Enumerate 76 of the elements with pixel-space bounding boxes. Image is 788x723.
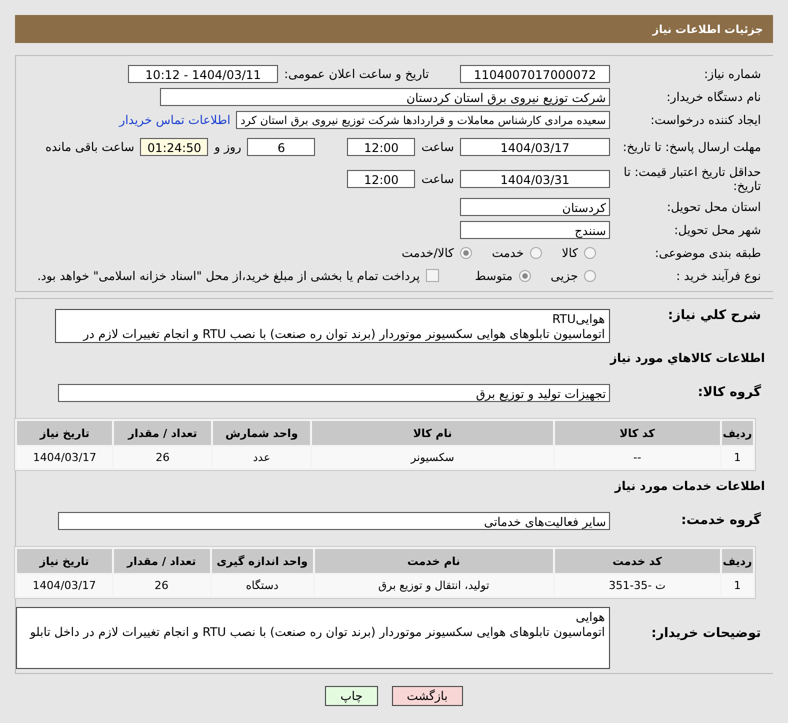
announce-date-field: 1404/03/11 - 10:12 [128,64,278,82]
column-header: کد خدمت [554,549,720,573]
service-group-field: سایر فعالیت‌های خدماتی [58,512,610,530]
field-label: ایجاد کننده درخواست: [649,112,761,126]
remaining-label: ساعت باقی مانده [45,140,134,154]
radio-button[interactable] [584,246,596,258]
creator-field: سعیده مرادی کارشناس معاملات و قراردادها شرکت توزیع نیروی برق استان کرد [236,110,610,128]
field-label: استان محل تحویل: [666,200,761,214]
time-label: ساعت [421,172,454,186]
table-cell: -- [554,447,720,468]
column-header: تاریخ نیاز [17,549,112,573]
days-field: 6 [247,138,316,156]
column-header: نام کالا [312,421,553,445]
radio-button[interactable] [530,246,542,258]
checkbox-label: پرداخت تمام یا بخشی از مبلغ خرید،از محل "اسناد خزانه اسلامی" خواهد بود. [37,268,420,282]
field-label: نوع فرآیند خرید : [675,268,761,282]
table-cell: 1404/03/17 [17,575,112,596]
table-cell: سکسیونر [312,447,553,468]
field-label: مهلت ارسال پاسخ: تا تاریخ: [622,140,761,154]
field-label: حداقل تاریخ اعتبار قیمت: تا تاریخ: [622,165,761,193]
buyer-contact-link[interactable]: اطلاعات تماس خریدار [119,112,230,126]
buyer-notes-box[interactable]: هوایی اتوماسیون تابلوهای هوایی سکسیونر موتوردار (برند توان ره صنعت) با نصب RTU و انجام تغییرات لازم در داخل تابلو [16,607,610,669]
summary-text-box[interactable]: هواییRTU اتوماسیون تابلوهای هوایی سکسیونر موتوردار (برند توان ره صنعت) با نصب RTU و انجام تغییرات لازم در [55,309,610,343]
radio-label: کالا/خدمت [402,246,454,260]
validity-date-field: 1404/03/31 [460,170,610,188]
radio-label: خدمت [492,246,524,260]
need-number-field: 1104007017000072 [460,64,610,82]
field-label: تاریخ و ساعت اعلان عمومی: [284,66,429,80]
validity-time-field: 12:00 [347,170,416,188]
days-label: روز و [214,140,242,154]
back-button[interactable]: بازگشت [392,686,463,706]
field-label: گروه خدمت: [680,514,761,528]
page-title: جزئیات اطلاعات نیاز [652,22,763,36]
city-field: سنندج [460,220,610,238]
column-header: واحد اندازه گیری [212,549,313,573]
table-cell: 1 [722,575,753,596]
section-title: اطلاعات خدمات مورد نياز [613,478,766,493]
radio-button[interactable] [460,246,472,258]
remaining-time-field: 01:24:50 [140,138,208,156]
province-field: کردستان [460,198,610,216]
table-cell: دستگاه [212,575,313,596]
table-cell: تولید، انتقال و توزیع برق [314,575,553,596]
field-label: شماره نیاز: [703,66,761,80]
table-cell: 26 [114,575,210,596]
radio-label: متوسط [474,268,513,282]
table-cell: عدد [212,447,310,468]
column-header: تعداد / مقدار [114,549,210,573]
buyer-field: شرکت توزیع نیروی برق استان کردستان [160,88,610,106]
deadline-time-field: 12:00 [347,138,416,156]
print-button[interactable]: چاپ [325,686,378,706]
deadline-date-field: 1404/03/17 [460,138,610,156]
field-label: گروه كالا: [696,386,761,400]
section-title: اطلاعات كالاهاي مورد نياز [608,350,766,365]
table-cell: 1404/03/17 [17,447,112,468]
radio-label: جزیی [550,268,578,282]
table-cell: 1 [722,447,753,468]
column-header: کد کالا [554,421,720,445]
field-label: شهر محل تحویل: [673,222,761,236]
field-label: طبقه بندی موضوعی: [654,246,761,260]
table-cell: ت -35-351 [554,575,720,596]
column-header: واحد شمارش [212,421,310,445]
time-label: ساعت [421,140,454,154]
radio-label: کالا [562,246,578,260]
column-header: رديف [722,549,753,573]
column-header: تاریخ نیاز [17,421,112,445]
table-cell: 26 [114,447,211,468]
column-header: نام خدمت [314,549,553,573]
goods-group-field: تجهیزات تولید و توزیع برق [58,384,610,402]
radio-button[interactable] [584,270,596,282]
checkbox[interactable] [426,269,439,282]
field-label: نام دستگاه خریدار: [666,90,761,104]
column-header: تعداد / مقدار [114,421,211,445]
column-header: رديف [722,421,753,445]
field-label: شرح كلي نياز: [666,309,761,323]
field-label: توضیحات خریدار: [650,625,761,641]
radio-button[interactable] [518,270,531,282]
